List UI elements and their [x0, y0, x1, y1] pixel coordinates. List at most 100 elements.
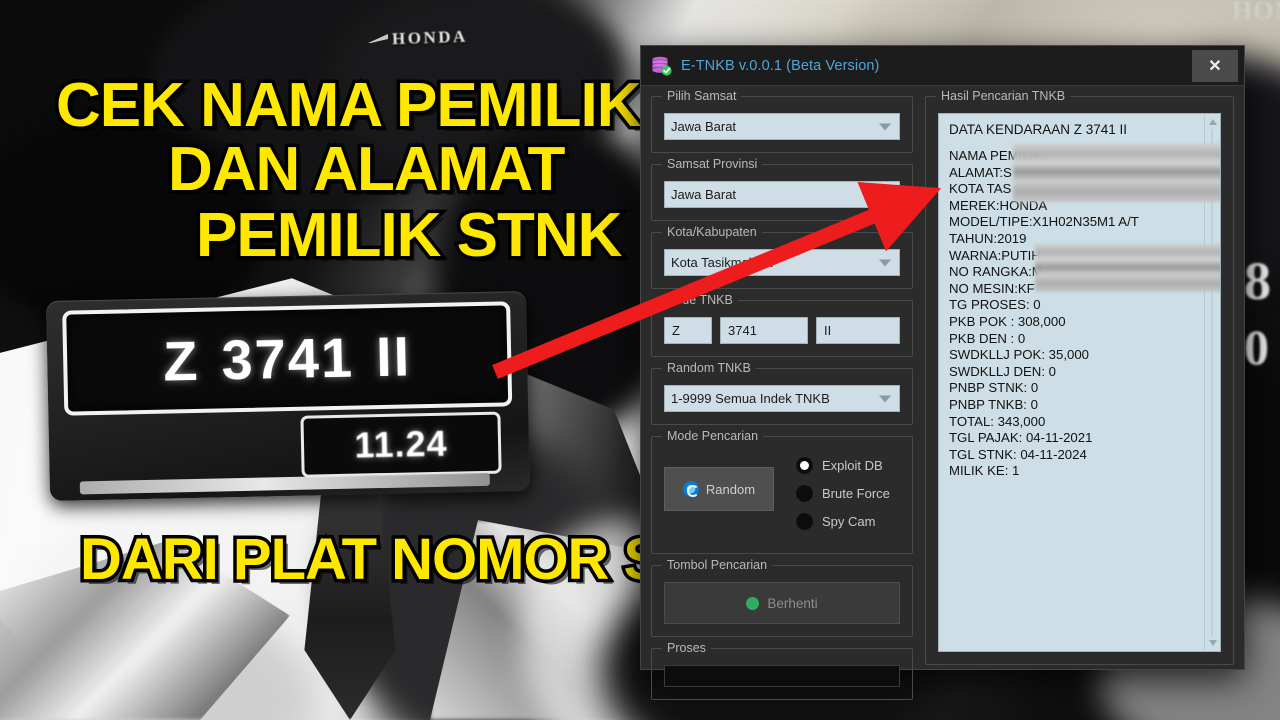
result-line: PNBP STNK: 0: [949, 380, 1039, 396]
berhenti-button-label: Berhenti: [767, 595, 818, 611]
berhenti-button[interactable]: Berhenti: [664, 582, 900, 624]
random-button-label: Random: [705, 481, 756, 497]
mode-inner: Random Exploit DB Brute Force Spy Cam: [664, 453, 900, 541]
result-line: MILIK KE: 1: [949, 463, 1020, 479]
group-mode-pencarian: Mode Pencarian Random Exploit DB Brute F…: [651, 429, 913, 554]
plate-validity-badge: 11.24: [300, 411, 502, 478]
result-line: PKB POK : 308,000: [949, 313, 1066, 329]
group-tombol-pencarian: Tombol Pencarian Berhenti: [651, 558, 913, 637]
result-line: TAHUN:2019: [949, 230, 1027, 246]
window-title: E-TNKB v.0.0.1 (Beta Version): [681, 57, 880, 74]
license-plate: Z 3741 II: [62, 301, 513, 416]
group-random-tnkb: Random TNKB 1-9999 Semua Indek TNKB: [651, 361, 913, 425]
random-tnkb-value: 1-9999 Semua Indek TNKB: [671, 391, 830, 406]
radio-icon: [796, 485, 813, 502]
result-line: TGL PAJAK: 04-11-2021: [949, 430, 1093, 446]
group-random-legend: Random TNKB: [662, 361, 756, 375]
group-kota-kabupaten: Kota/Kabupaten Kota Tasikmalaya: [651, 225, 913, 289]
radio-exploit-db[interactable]: Exploit DB: [796, 457, 890, 474]
plate-suffix: II: [375, 323, 412, 388]
radio-spy-cam[interactable]: Spy Cam: [796, 513, 890, 530]
window-title-bar: E-TNKB v.0.0.1 (Beta Version) ✕: [641, 46, 1244, 86]
result-line: TGL STNK: 04-11-2024: [949, 446, 1087, 462]
result-lines: NAMA PEMILIK: ALAMAT:S KOTA TAS MEREK:HONDA…: [949, 148, 1210, 480]
result-column: Hasil Pencarian TNKB DATA KENDARAAN Z 37…: [925, 89, 1234, 665]
plate-number: 3741: [220, 325, 355, 391]
result-line: MEREK:HONDA: [949, 197, 1048, 213]
background-plate-digit: 0: [1244, 319, 1269, 375]
kode-number-input[interactable]: 3741: [720, 317, 808, 344]
radio-exploit-db-label: Exploit DB: [822, 458, 883, 473]
result-line: PKB DEN : 0: [949, 330, 1026, 346]
kode-tnkb-row: Z 3741 II: [664, 317, 900, 344]
refresh-icon: [682, 481, 699, 497]
result-line: ALAMAT:S: [949, 164, 1012, 180]
plate-validity-text: 11.24: [354, 422, 448, 466]
group-mode-legend: Mode Pencarian: [662, 429, 764, 443]
random-button[interactable]: Random: [664, 467, 774, 511]
result-line: TG PROSES: 0: [949, 297, 1041, 313]
group-proses-legend: Proses: [662, 641, 711, 655]
etnkb-window: E-TNKB v.0.0.1 (Beta Version) ✕ Pilih Sa…: [640, 45, 1245, 700]
radio-spy-cam-label: Spy Cam: [822, 514, 876, 529]
radio-brute-force[interactable]: Brute Force: [796, 485, 890, 502]
group-hasil-pencarian: Hasil Pencarian TNKB DATA KENDARAAN Z 37…: [925, 89, 1234, 665]
result-legend: Hasil Pencarian TNKB: [936, 89, 1071, 103]
samsat-provinsi-select[interactable]: Jawa Barat: [664, 181, 900, 208]
kode-prefix-input[interactable]: Z: [664, 317, 712, 344]
proses-progress-bar: [664, 665, 900, 687]
chevron-down-icon: [879, 395, 891, 402]
database-check-icon: [651, 56, 673, 76]
license-plate-assembly: Z 3741 II HONDA 11.24: [45, 290, 531, 502]
result-line: PNBP TNKB: 0: [949, 396, 1038, 412]
kota-kabupaten-value: Kota Tasikmalaya: [671, 255, 773, 270]
result-line: NO RANGKA:M: [949, 264, 1043, 280]
chevron-down-icon: [879, 259, 891, 266]
result-header: DATA KENDARAAN Z 3741 II: [949, 122, 1128, 137]
group-provinsi-legend: Samsat Provinsi: [662, 157, 763, 171]
scrollbar-track[interactable]: [1211, 129, 1213, 636]
background-plate-digit: 8: [1244, 251, 1271, 311]
group-kota-legend: Kota/Kabupaten: [662, 225, 762, 239]
plate-prefix: Z: [162, 328, 201, 393]
radio-brute-force-label: Brute Force: [822, 486, 890, 501]
radio-icon: [796, 457, 813, 474]
group-kode-tnkb: Kode TNKB Z 3741 II: [651, 293, 913, 357]
headline-line-3: PEMILIK STNK: [192, 201, 625, 270]
honda-wordmark: HONDA: [391, 26, 469, 49]
form-column: Pilih Samsat Jawa Barat Samsat Provinsi …: [651, 89, 913, 700]
result-line: TOTAL: 343,000: [949, 413, 1046, 429]
kota-kabupaten-select[interactable]: Kota Tasikmalaya: [664, 249, 900, 276]
chevron-down-icon: [879, 191, 891, 198]
random-tnkb-select[interactable]: 1-9999 Semua Indek TNKB: [664, 385, 900, 412]
background-plate-text: HONDA: [1232, 0, 1280, 25]
chevron-down-icon: [879, 123, 891, 130]
result-line: NAMA PEMILIK:: [949, 148, 1046, 163]
mode-radio-group: Exploit DB Brute Force Spy Cam: [796, 453, 890, 541]
kode-suffix-input[interactable]: II: [816, 317, 900, 344]
result-line: KOTA TAS: [949, 181, 1012, 197]
scroll-up-icon[interactable]: [1205, 115, 1220, 129]
result-line: WARNA:PUTIH: [949, 247, 1041, 263]
result-line: MODEL/TIPE:X1H02N35M1 A/T: [949, 214, 1139, 230]
group-proses: Proses: [651, 641, 913, 700]
stop-icon: [746, 596, 760, 610]
group-kode-legend: Kode TNKB: [662, 293, 738, 307]
window-body: Pilih Samsat Jawa Barat Samsat Provinsi …: [641, 86, 1244, 700]
close-icon[interactable]: ✕: [1192, 49, 1238, 82]
result-line: SWDKLLJ POK: 35,000: [949, 347, 1090, 363]
result-line: SWDKLLJ DEN: 0: [949, 363, 1056, 379]
radio-icon: [796, 513, 813, 530]
group-samsat-provinsi: Samsat Provinsi Jawa Barat: [651, 157, 913, 221]
scroll-down-icon[interactable]: [1205, 636, 1220, 650]
samsat-provinsi-value: Jawa Barat: [671, 187, 737, 202]
result-textarea[interactable]: DATA KENDARAAN Z 3741 II NAMA PEMILIK: AL…: [938, 113, 1221, 652]
group-pilih-legend: Pilih Samsat: [662, 89, 742, 103]
result-scrollbar[interactable]: [1204, 115, 1219, 650]
group-pilih-samsat: Pilih Samsat Jawa Barat: [651, 89, 913, 153]
pilih-samsat-select[interactable]: Jawa Barat: [664, 113, 900, 140]
headline-line-2: DAN ALAMAT: [164, 135, 568, 204]
result-line: NO MESIN:KF: [949, 280, 1035, 296]
group-tombol-legend: Tombol Pencarian: [662, 558, 773, 572]
pilih-samsat-value: Jawa Barat: [671, 119, 737, 134]
